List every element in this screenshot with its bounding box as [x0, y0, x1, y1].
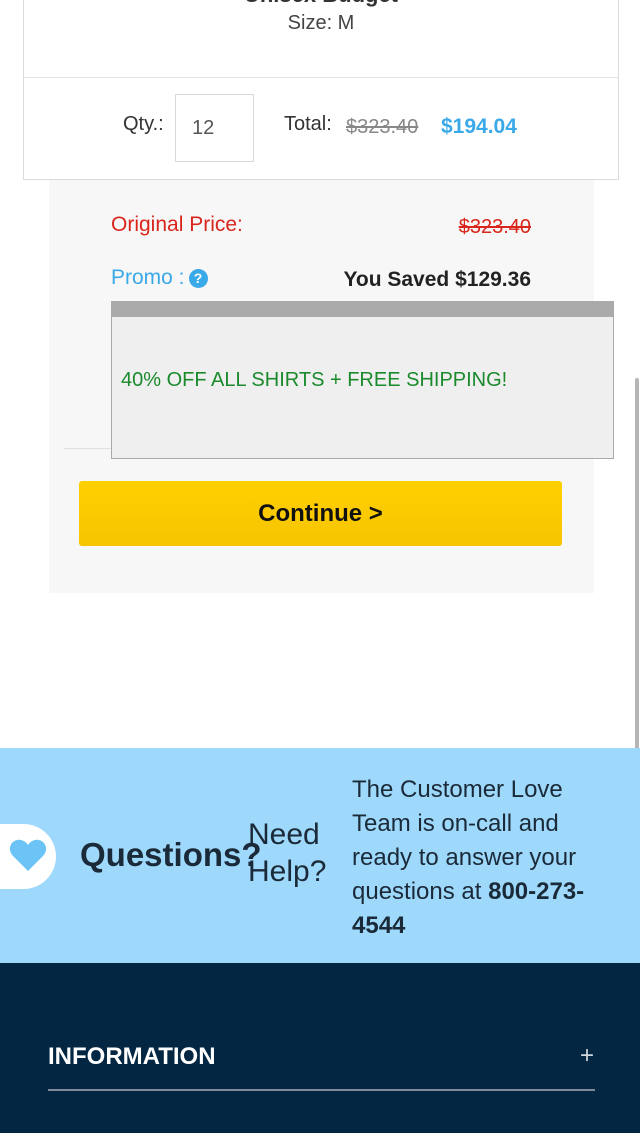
- total-label: Total:: [284, 113, 332, 135]
- original-price-value: $323.40: [458, 216, 531, 238]
- cart-item-card: Unisex Budget Size: M Qty.: Total: $323.…: [23, 0, 619, 180]
- original-price-label: Original Price:: [111, 213, 243, 236]
- promo-label: Promo :?: [111, 266, 208, 290]
- quantity-input[interactable]: [175, 94, 254, 162]
- questions-heading: Questions?: [80, 836, 262, 873]
- total-discounted-price: $194.04: [441, 115, 517, 138]
- heart-icon: [9, 839, 47, 871]
- information-accordion-label[interactable]: INFORMATION: [48, 1043, 216, 1071]
- need-word: Need: [248, 818, 320, 851]
- saved-amount: You Saved $129.36: [343, 268, 531, 291]
- information-divider: [48, 1089, 595, 1091]
- total-original-price: $323.40: [346, 116, 419, 138]
- card-divider: [24, 77, 618, 78]
- continue-button[interactable]: Continue >: [79, 481, 562, 546]
- promo-message: 40% OFF ALL SHIRTS + FREE SHIPPING!: [121, 369, 508, 391]
- help-question-icon[interactable]: ?: [188, 269, 208, 288]
- expand-plus-icon[interactable]: +: [580, 1042, 594, 1070]
- qty-label: Qty.:: [123, 113, 164, 135]
- product-name: Unisex Budget: [24, 0, 618, 8]
- promo-label-text: Promo :: [111, 266, 185, 289]
- summary-divider: [64, 448, 114, 449]
- promo-tooltip: 40% OFF ALL SHIRTS + FREE SHIPPING!: [111, 301, 614, 459]
- customer-love-text: The Customer Love Team is on-call and re…: [352, 773, 622, 943]
- need-help-text: Need Help?: [248, 816, 326, 890]
- product-size: Size: M: [287, 12, 355, 34]
- help-word: Help?: [248, 855, 327, 888]
